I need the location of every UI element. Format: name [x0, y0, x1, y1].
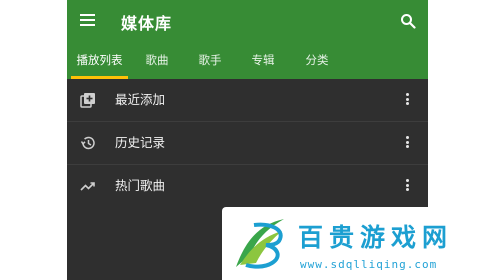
list-item-history[interactable]: 历史记录 [67, 122, 428, 165]
watermark-logo-icon [236, 219, 284, 269]
more-vert-icon[interactable] [400, 179, 414, 193]
watermark: 百贵游戏网 www.sdqlliqing.com [222, 207, 488, 280]
page-title: 媒体库 [121, 14, 173, 33]
watermark-title: 百贵游戏网 [298, 223, 454, 252]
list-item-recently-added[interactable]: 最近添加 [67, 79, 428, 122]
playlist-list: 最近添加 历史记录 热门歌曲 [67, 79, 428, 207]
list-item-label: 最近添加 [115, 92, 166, 107]
more-vert-icon[interactable] [400, 93, 414, 107]
tab-albums[interactable]: 专辑 [244, 42, 282, 79]
tab-bar: 播放列表 歌曲 歌手 专辑 分类 [67, 42, 428, 79]
list-item-top-songs[interactable]: 热门歌曲 [67, 165, 428, 207]
trending-icon [80, 182, 95, 191]
tab-playlists[interactable]: 播放列表 [71, 42, 128, 79]
tab-categories[interactable]: 分类 [298, 42, 336, 79]
search-icon[interactable] [400, 13, 416, 29]
menu-icon[interactable] [80, 14, 95, 26]
history-icon [80, 136, 95, 150]
app-bar: 媒体库 [67, 0, 428, 42]
tab-songs[interactable]: 歌曲 [138, 42, 176, 79]
library-add-icon [80, 93, 95, 108]
tab-artists[interactable]: 歌手 [191, 42, 229, 79]
more-vert-icon[interactable] [400, 136, 414, 150]
list-item-label: 热门歌曲 [115, 178, 166, 193]
watermark-url: www.sdqlliqing.com [300, 258, 438, 271]
list-item-label: 历史记录 [115, 135, 166, 150]
